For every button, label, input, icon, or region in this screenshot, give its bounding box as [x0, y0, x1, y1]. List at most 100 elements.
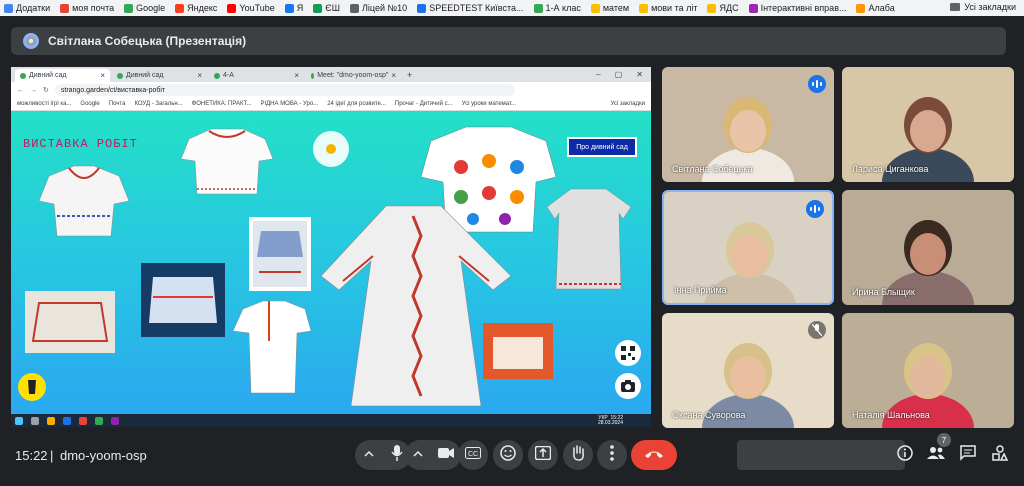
- bookmark-item[interactable]: Інтерактивні вправ...: [748, 3, 847, 13]
- bookmark-item[interactable]: Яндекс: [175, 3, 217, 13]
- participant-name: Інна Прийма: [674, 285, 727, 295]
- forward-icon: →: [30, 86, 37, 94]
- mic-off-icon: [808, 321, 826, 339]
- bookmark-favicon-icon: [639, 3, 649, 13]
- end-call-icon[interactable]: [644, 446, 664, 464]
- bookmarks-bar: Додатки моя почта Google Яндекс YouTube Я ЄШ Лі…: [0, 0, 1024, 16]
- bookmark-item[interactable]: SPEEDTEST Київста...: [417, 3, 524, 13]
- people-icon[interactable]: [927, 446, 945, 465]
- bookmark-item[interactable]: Додатки: [4, 3, 50, 13]
- bookmark-favicon-icon: [60, 3, 70, 13]
- bookmark-item[interactable]: моя почта: [60, 3, 114, 13]
- back-icon: ←: [17, 86, 24, 94]
- bookmark-item[interactable]: Ліцей №10: [350, 3, 407, 13]
- shared-browser-tab: 4-А ×: [209, 69, 304, 82]
- bookmark-label: моя почта: [72, 3, 115, 13]
- bookmark-favicon-icon: [707, 3, 717, 13]
- captions-button[interactable]: CC: [458, 440, 488, 470]
- participant-tile[interactable]: Оксана Суворова: [662, 313, 834, 428]
- participant-tile[interactable]: Світлана Собецька: [662, 67, 834, 182]
- new-tab-icon: +: [407, 69, 413, 80]
- emoji-icon[interactable]: [500, 444, 516, 466]
- microphone-control[interactable]: [355, 440, 411, 470]
- participant-name: Лариса Циганкова: [852, 164, 929, 174]
- qr-code-button: [615, 340, 641, 366]
- search-icon: [31, 416, 39, 425]
- bookmark-item[interactable]: матем: [590, 3, 629, 13]
- sticker-button: [18, 373, 46, 401]
- reactions-button[interactable]: [493, 440, 523, 470]
- bookmark-label: Інтерактивні вправ...: [760, 3, 847, 13]
- shared-browser-tabs: Дивний сад × Дивний сад × 4-А × Meet: "dmo-yoo…: [11, 67, 651, 82]
- speaking-indicator-icon: [808, 75, 826, 93]
- shared-bookmark-item: ФОНЕТИКА: ПРАКТ...: [191, 101, 252, 107]
- shared-bookmarks-bar: можливості ігрі ка... Google Почта КОУД - З…: [11, 98, 651, 111]
- chat-button[interactable]: [958, 444, 978, 466]
- info-icon[interactable]: [897, 444, 913, 466]
- participant-tile[interactable]: Наталія Шальнова: [842, 313, 1014, 428]
- bookmark-item[interactable]: 1-А клас: [533, 3, 581, 13]
- opera-icon: [79, 416, 87, 425]
- shared-bookmark-item: можливості ігрі ка...: [17, 101, 72, 107]
- raise-hand-button[interactable]: [563, 440, 593, 470]
- all-bookmarks-link[interactable]: Усі закладки: [950, 2, 1016, 12]
- bookmark-label: Додатки: [16, 3, 51, 13]
- participant-tile[interactable]: Лариса Циганкова: [842, 67, 1014, 182]
- folder-icon: [950, 3, 961, 11]
- bookmark-favicon-icon: [175, 3, 185, 13]
- bookmark-item[interactable]: мови та літ: [639, 3, 697, 13]
- bookmark-item[interactable]: Алаба: [856, 3, 895, 13]
- shared-browser-tab: Дивний сад ×: [15, 69, 110, 82]
- bookmark-label: ЄШ: [325, 3, 341, 13]
- hand-icon[interactable]: [571, 444, 585, 466]
- close-tab-icon: ×: [197, 71, 202, 80]
- bookmark-favicon-icon: [227, 3, 237, 13]
- meeting-details-button[interactable]: [895, 444, 915, 466]
- present-icon[interactable]: [534, 445, 552, 465]
- clock: 15:22: [15, 448, 48, 463]
- presenter-label: Світлана Собецька (Презентація): [48, 34, 247, 48]
- participant-name: Ирина Блыщик: [852, 287, 915, 297]
- app-icon: [111, 416, 119, 425]
- maximize-icon: ▢: [614, 70, 623, 79]
- bookmark-favicon-icon: [350, 3, 360, 13]
- more-vert-icon[interactable]: [610, 444, 614, 466]
- bookmark-item[interactable]: ЯДС: [707, 3, 739, 13]
- end-call-button[interactable]: [631, 440, 677, 470]
- bookmark-item[interactable]: ЄШ: [313, 3, 340, 13]
- store-icon: [63, 416, 71, 425]
- embroidery-photo: [249, 217, 311, 291]
- more-options-button[interactable]: [597, 440, 627, 470]
- bookmark-item[interactable]: YouTube: [227, 3, 275, 13]
- shared-browser-tab: Meet: "dmo-yoom-osp" ×: [306, 69, 401, 82]
- participant-tile[interactable]: Ирина Блыщик: [842, 190, 1014, 305]
- people-button[interactable]: [926, 445, 946, 465]
- shared-bookmark-item: КОУД - Загальн...: [134, 101, 183, 107]
- participant-tile[interactable]: Інна Прийма: [662, 190, 834, 305]
- mic-icon[interactable]: [390, 444, 403, 466]
- windows-start-icon: [15, 416, 23, 425]
- activities-icon[interactable]: [992, 444, 1009, 466]
- chevron-up-icon[interactable]: [363, 446, 374, 464]
- activities-button[interactable]: [990, 444, 1010, 466]
- bookmark-favicon-icon: [748, 3, 758, 13]
- exhibition-page: ВИСТАВКА РОБІТ Про дивний сад: [11, 111, 651, 414]
- presenter-chip[interactable]: Світлана Собецька (Презентація): [11, 27, 1006, 55]
- bookmark-favicon-icon: [124, 3, 134, 13]
- bookmark-favicon-icon: [533, 3, 543, 13]
- present-button[interactable]: [528, 440, 558, 470]
- embroidery-photo: [483, 323, 553, 379]
- bookmark-favicon-icon: [284, 3, 294, 13]
- shared-all-bookmarks: Усі закладки: [610, 101, 645, 107]
- shared-bookmark-item: 24 ідеї для розвите...: [327, 101, 386, 107]
- bookmark-item[interactable]: Я: [284, 3, 303, 13]
- reload-icon: ↻: [43, 87, 49, 94]
- captions-icon[interactable]: CC: [465, 446, 481, 464]
- chevron-up-icon[interactable]: [412, 446, 423, 464]
- camera-icon[interactable]: [437, 446, 454, 464]
- bookmark-label: Яндекс: [187, 3, 218, 13]
- chat-icon[interactable]: [960, 444, 976, 466]
- bookmark-item[interactable]: Google: [124, 3, 165, 13]
- bookmark-label: мови та літ: [651, 3, 698, 13]
- camera-control[interactable]: [405, 440, 461, 470]
